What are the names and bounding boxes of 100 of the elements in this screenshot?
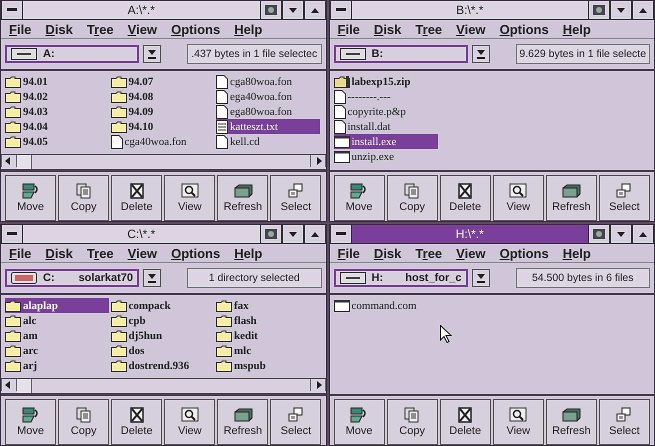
toolbar-button[interactable]: Copy xyxy=(58,399,110,445)
toolbar-button[interactable]: Delete xyxy=(440,399,491,445)
toolbar-button[interactable]: View xyxy=(164,175,216,221)
list-entry[interactable]: mspub xyxy=(216,358,270,373)
menu-item[interactable]: Tree xyxy=(411,22,452,36)
list-entry[interactable]: am xyxy=(5,328,42,343)
window-button[interactable] xyxy=(260,1,282,19)
list-entry[interactable]: ega80woa.fon xyxy=(216,104,296,119)
list-entry[interactable]: command.com xyxy=(334,298,421,313)
toolbar-button[interactable]: Move xyxy=(5,399,56,445)
toolbar-button[interactable]: Select xyxy=(270,399,322,445)
list-entry[interactable]: 94.09 xyxy=(110,104,158,119)
list-entry[interactable]: alc xyxy=(5,313,40,328)
menu-item[interactable]: View xyxy=(452,246,496,260)
minimize-button[interactable] xyxy=(282,225,304,243)
window-button[interactable] xyxy=(588,1,610,19)
toolbar-button[interactable]: View xyxy=(492,175,544,221)
list-entry[interactable]: cga40woa.fon xyxy=(110,134,191,149)
list-entry[interactable]: kedit xyxy=(216,328,262,343)
list-entry[interactable]: 94.03 xyxy=(5,104,52,119)
minimize-button[interactable] xyxy=(610,1,632,19)
menu-item[interactable]: Options xyxy=(496,22,559,36)
toolbar-button[interactable]: Move xyxy=(334,175,385,221)
list-entry[interactable]: ega40woa.fon xyxy=(216,89,296,104)
toolbar-button[interactable]: Select xyxy=(270,175,322,221)
scroll-thumb[interactable] xyxy=(17,155,32,169)
list-entry[interactable]: arj xyxy=(5,358,42,373)
list-entry[interactable]: 94.05 xyxy=(5,134,52,149)
menu-item[interactable]: File xyxy=(5,22,42,36)
scroll-thumb[interactable] xyxy=(17,379,32,393)
list-entry[interactable]: unzip.exe xyxy=(334,149,398,164)
system-menu-button[interactable] xyxy=(1,1,23,19)
menu-item[interactable]: Disk xyxy=(370,246,412,260)
menu-item[interactable]: Tree xyxy=(82,22,124,36)
dropdown-button[interactable] xyxy=(472,269,490,287)
system-menu-button[interactable] xyxy=(330,1,352,19)
list-entry[interactable]: alaplap xyxy=(5,298,109,313)
list-entry[interactable]: install.dat xyxy=(334,119,395,134)
drive-dropdown[interactable]: H: host_for_c xyxy=(334,269,468,287)
system-menu-button[interactable] xyxy=(330,225,352,243)
toolbar-button[interactable]: Refresh xyxy=(546,175,597,221)
list-entry[interactable]: --------.--- xyxy=(334,89,395,104)
system-menu-button[interactable] xyxy=(1,225,23,243)
menu-item[interactable]: Options xyxy=(496,246,559,260)
maximize-button[interactable] xyxy=(304,225,326,243)
list-entry[interactable]: 94.02 xyxy=(5,89,52,104)
toolbar-button[interactable]: View xyxy=(164,399,216,445)
list-entry[interactable]: compack xyxy=(110,298,175,313)
drive-dropdown[interactable]: A: xyxy=(5,45,139,63)
toolbar-button[interactable]: View xyxy=(492,399,544,445)
list-entry[interactable]: 94.08 xyxy=(110,89,158,104)
list-entry[interactable]: kell.cd xyxy=(216,134,264,149)
list-entry[interactable]: mlc xyxy=(216,343,256,358)
menu-item[interactable]: Tree xyxy=(82,246,124,260)
menu-item[interactable]: File xyxy=(334,22,370,36)
maximize-button[interactable] xyxy=(304,1,326,19)
menu-item[interactable]: File xyxy=(5,246,42,260)
menu-item[interactable]: View xyxy=(452,22,496,36)
menu-item[interactable]: Help xyxy=(230,246,272,260)
list-entry[interactable]: 94.01 xyxy=(5,74,52,89)
dropdown-button[interactable] xyxy=(143,269,161,287)
menu-item[interactable]: Help xyxy=(558,246,601,260)
dropdown-button[interactable] xyxy=(472,45,490,63)
toolbar-button[interactable]: Copy xyxy=(386,175,438,221)
menu-item[interactable]: Disk xyxy=(41,246,83,260)
horizontal-scrollbar[interactable] xyxy=(1,154,326,170)
list-entry[interactable]: 94.07 xyxy=(110,74,158,89)
menu-item[interactable]: Disk xyxy=(41,22,83,36)
menu-item[interactable]: Tree xyxy=(411,246,452,260)
toolbar-button[interactable]: Delete xyxy=(111,399,162,445)
list-entry[interactable]: install.exe xyxy=(334,134,438,149)
toolbar-button[interactable]: Delete xyxy=(111,175,162,221)
list-entry[interactable]: dj5hun xyxy=(110,328,166,343)
toolbar-button[interactable]: Refresh xyxy=(546,399,597,445)
maximize-button[interactable] xyxy=(632,225,654,243)
maximize-button[interactable] xyxy=(632,1,654,19)
toolbar-button[interactable]: Delete xyxy=(440,175,491,221)
drive-dropdown[interactable]: B: xyxy=(334,45,468,63)
list-entry[interactable]: 94.04 xyxy=(5,119,52,134)
menu-item[interactable]: Help xyxy=(230,22,272,36)
menu-item[interactable]: Options xyxy=(167,246,230,260)
list-entry[interactable]: arc xyxy=(5,343,42,358)
toolbar-button[interactable]: Select xyxy=(598,399,650,445)
dropdown-button[interactable] xyxy=(143,45,161,63)
menu-item[interactable]: File xyxy=(334,246,370,260)
list-entry[interactable]: 94.10 xyxy=(110,119,158,134)
minimize-button[interactable] xyxy=(610,225,632,243)
toolbar-button[interactable]: Move xyxy=(334,399,385,445)
list-entry[interactable]: dostrend.936 xyxy=(110,358,194,373)
toolbar-button[interactable]: Copy xyxy=(58,175,110,221)
window-button[interactable] xyxy=(260,225,282,243)
list-entry[interactable]: labexp15.zip xyxy=(334,74,414,89)
menu-item[interactable]: View xyxy=(124,246,168,260)
drive-dropdown[interactable]: C: solarkat70 xyxy=(5,269,139,287)
list-entry[interactable]: cpb xyxy=(110,313,150,328)
list-entry[interactable]: dos xyxy=(110,343,148,358)
list-entry[interactable]: flash xyxy=(216,313,261,328)
toolbar-button[interactable]: Move xyxy=(5,175,56,221)
toolbar-button[interactable]: Refresh xyxy=(217,399,268,445)
list-entry[interactable]: fax xyxy=(216,298,253,313)
